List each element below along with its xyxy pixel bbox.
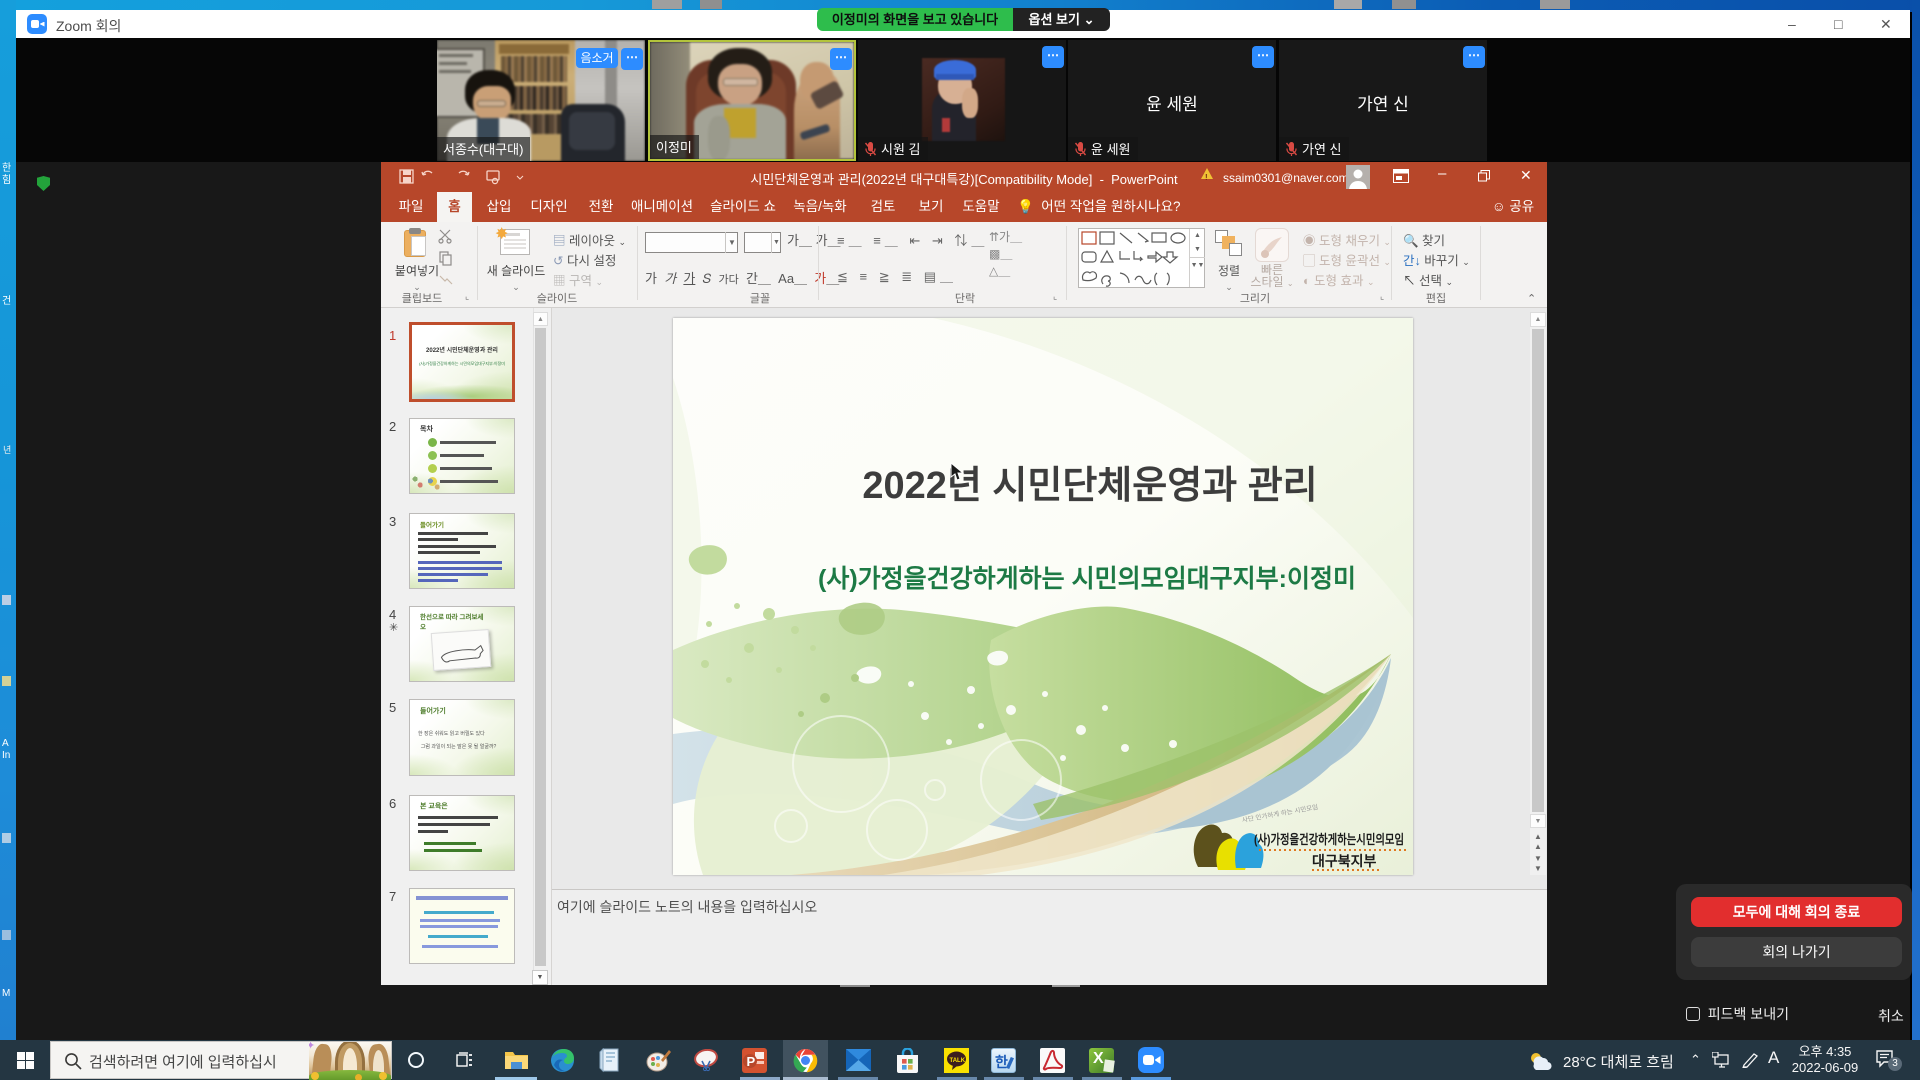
svg-text:(사)가정을건강하게하는시민의모임: (사)가정을건강하게하는시민의모임 — [1254, 832, 1404, 847]
svg-text:2022년 시민단체운영과 관리: 2022년 시민단체운영과 관리 — [862, 465, 1317, 507]
svg-text:(사)가정을건강하게하는 시민의모임대구지부:이정미: (사)가정을건강하게하는 시민의모임대구지부:이정미 — [818, 565, 1356, 593]
svg-text:P: P — [747, 1054, 756, 1069]
svg-text:대구북지부: 대구북지부 — [1312, 853, 1377, 869]
svg-text:TALK: TALK — [950, 1058, 966, 1064]
